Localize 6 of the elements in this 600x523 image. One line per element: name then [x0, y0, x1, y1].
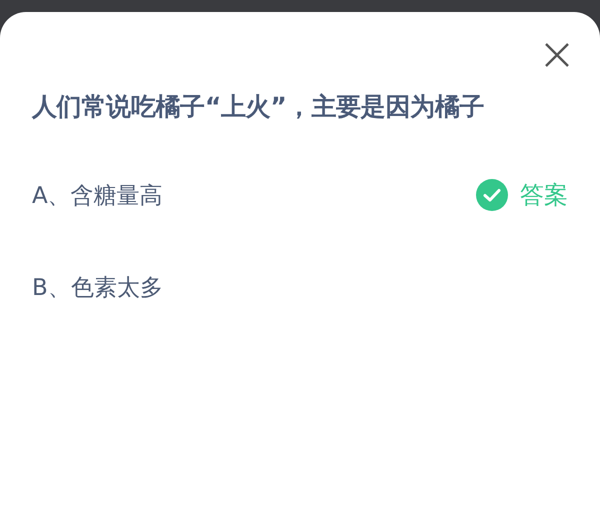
- answer-option[interactable]: B、色素太多: [32, 272, 163, 302]
- answer-label: 答案: [520, 180, 568, 211]
- answer-option[interactable]: A、含糖量高: [32, 180, 163, 210]
- check-icon: [476, 179, 508, 211]
- question-text: 人们常说吃橘子“上火”，主要是因为橘子: [32, 91, 486, 123]
- close-icon[interactable]: [544, 42, 570, 68]
